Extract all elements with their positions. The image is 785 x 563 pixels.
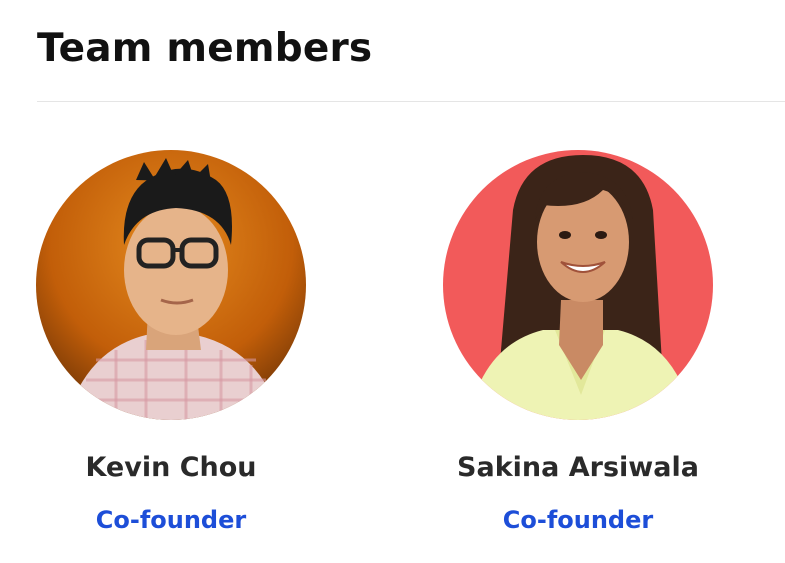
team-member-card: Sakina Arsiwala Co-founder: [443, 150, 713, 534]
member-name: Sakina Arsiwala: [457, 452, 699, 483]
portrait-photo: [36, 150, 306, 420]
portrait-photo: [443, 150, 713, 420]
team-member-card: Kevin Chou Co-founder: [36, 150, 306, 534]
member-name: Kevin Chou: [85, 452, 257, 483]
member-role-link[interactable]: Co-founder: [36, 506, 306, 534]
page-title: Team members: [37, 26, 373, 71]
member-role-link[interactable]: Co-founder: [443, 506, 713, 534]
section-divider: [37, 101, 785, 102]
avatar: [443, 150, 713, 420]
avatar: [36, 150, 306, 420]
